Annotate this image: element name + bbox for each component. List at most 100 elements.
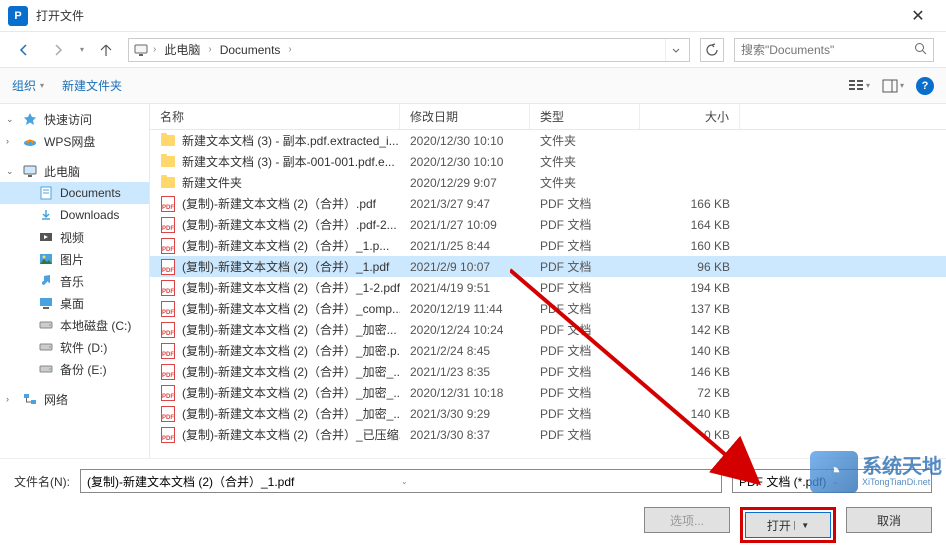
cancel-button[interactable]: 取消 xyxy=(846,507,932,533)
sidebar-label: 图片 xyxy=(60,251,84,268)
file-row[interactable]: PDF(复制)-新建文本文档 (2)（合并）_加密_...2021/1/23 8… xyxy=(150,361,946,382)
sidebar-item-图片[interactable]: 图片 xyxy=(0,248,149,270)
chevron-down-icon[interactable]: ⌄ xyxy=(401,477,715,486)
search-box[interactable] xyxy=(734,38,934,62)
options-button[interactable]: 选项... xyxy=(644,507,730,533)
help-button[interactable]: ? xyxy=(916,77,934,95)
file-type: PDF 文档 xyxy=(530,363,640,380)
breadcrumb-root[interactable]: 此电脑 xyxy=(160,41,204,58)
breadcrumb-dropdown[interactable] xyxy=(665,39,685,61)
filename-input[interactable]: (复制)-新建文本文档 (2)（合并）_1.pdf ⌄ xyxy=(80,469,722,493)
folder-icon xyxy=(160,175,176,191)
col-date[interactable]: 修改日期 xyxy=(400,104,530,129)
file-date: 2020/12/24 10:24 xyxy=(400,323,530,337)
file-name: 新建文件夹 xyxy=(182,174,242,191)
close-button[interactable]: ✕ xyxy=(898,0,938,32)
sidebar-item-本地磁盘 (C:)[interactable]: 本地磁盘 (C:) xyxy=(0,314,149,336)
file-size: 160 KB xyxy=(640,239,740,253)
dl-icon xyxy=(38,207,54,223)
desk-icon xyxy=(38,295,54,311)
file-row[interactable]: PDF(复制)-新建文本文档 (2)（合并）_comp...2020/12/19… xyxy=(150,298,946,319)
pdf-icon: PDF xyxy=(160,364,176,380)
dialog-footer: 文件名(N): (复制)-新建文本文档 (2)（合并）_1.pdf ⌄ PDF … xyxy=(0,458,946,557)
file-row[interactable]: PDF(复制)-新建文本文档 (2)（合并）_已压缩...2021/3/30 8… xyxy=(150,424,946,445)
filetype-select[interactable]: PDF 文档 (*.pdf) ⌄ xyxy=(732,469,932,493)
col-name[interactable]: 名称 xyxy=(150,104,400,129)
chevron-down-icon[interactable]: ⌄ xyxy=(832,477,925,486)
file-row[interactable]: 新建文本文档 (3) - 副本.pdf.extracted_i...2020/1… xyxy=(150,130,946,151)
col-size[interactable]: 大小 xyxy=(640,104,740,129)
sidebar-item-软件 (D:)[interactable]: 软件 (D:) xyxy=(0,336,149,358)
chevron-right-icon[interactable]: › xyxy=(153,44,156,55)
file-row[interactable]: PDF(复制)-新建文本文档 (2)（合并）_加密_...2021/3/30 9… xyxy=(150,403,946,424)
app-icon: P xyxy=(8,6,28,26)
sidebar-item-网络[interactable]: ›网络 xyxy=(0,388,149,410)
pdf-icon: PDF xyxy=(160,427,176,443)
new-folder-button[interactable]: 新建文件夹 xyxy=(62,77,122,94)
file-size: 194 KB xyxy=(640,281,740,295)
up-button[interactable] xyxy=(94,38,118,62)
expand-icon[interactable]: › xyxy=(6,394,9,404)
back-button[interactable] xyxy=(12,38,36,62)
open-button[interactable]: 打开 ▼ xyxy=(745,512,831,538)
sidebar-item-此电脑[interactable]: ⌄此电脑 xyxy=(0,160,149,182)
file-row[interactable]: 新建文件夹2020/12/29 9:07文件夹 xyxy=(150,172,946,193)
open-button-highlight: 打开 ▼ xyxy=(740,507,836,543)
mus-icon xyxy=(38,273,54,289)
file-row[interactable]: PDF(复制)-新建文本文档 (2)（合并）.pdf2021/3/27 9:47… xyxy=(150,193,946,214)
breadcrumb[interactable]: › 此电脑 › Documents › xyxy=(128,38,690,62)
file-row[interactable]: PDF(复制)-新建文本文档 (2)（合并）_1.pdf2021/2/9 10:… xyxy=(150,256,946,277)
forward-button[interactable] xyxy=(46,38,70,62)
expand-icon[interactable]: › xyxy=(6,136,9,146)
refresh-button[interactable] xyxy=(700,38,724,62)
wps-icon xyxy=(22,133,38,149)
file-size: 140 KB xyxy=(640,407,740,421)
file-row[interactable]: PDF(复制)-新建文本文档 (2)（合并）.pdf-2...2021/1/27… xyxy=(150,214,946,235)
file-date: 2020/12/31 10:18 xyxy=(400,386,530,400)
col-type[interactable]: 类型 xyxy=(530,104,640,129)
file-date: 2021/3/30 8:37 xyxy=(400,428,530,442)
history-dropdown[interactable]: ▾ xyxy=(80,45,84,54)
file-name: (复制)-新建文本文档 (2)（合并）_加密_... xyxy=(182,405,400,422)
chevron-right-icon[interactable]: › xyxy=(208,44,211,55)
sidebar-item-桌面[interactable]: 桌面 xyxy=(0,292,149,314)
preview-pane-button[interactable]: ▾ xyxy=(882,79,904,93)
sidebar: ⌄快速访问›WPS网盘 ⌄此电脑Documents Downloads 视频图片音乐桌… xyxy=(0,104,150,458)
sidebar-item-快速访问[interactable]: ⌄快速访问 xyxy=(0,108,149,130)
sidebar-label: 视频 xyxy=(60,229,84,246)
sidebar-item-视频[interactable]: 视频 xyxy=(0,226,149,248)
file-date: 2021/3/27 9:47 xyxy=(400,197,530,211)
expand-icon[interactable]: ⌄ xyxy=(6,166,14,177)
search-input[interactable] xyxy=(741,43,914,57)
file-size: 140 KB xyxy=(640,344,740,358)
file-row[interactable]: PDF(复制)-新建文本文档 (2)（合并）_加密...2020/12/24 1… xyxy=(150,319,946,340)
file-type: PDF 文档 xyxy=(530,426,640,443)
file-row[interactable]: PDF(复制)-新建文本文档 (2)（合并）_加密_...2020/12/31 … xyxy=(150,382,946,403)
pdf-icon: PDF xyxy=(160,259,176,275)
titlebar: P 打开文件 ✕ xyxy=(0,0,946,32)
expand-icon[interactable]: ⌄ xyxy=(6,114,14,125)
file-row[interactable]: PDF(复制)-新建文本文档 (2)（合并）_1.p...2021/1/25 8… xyxy=(150,235,946,256)
navbar: ▾ › 此电脑 › Documents › xyxy=(0,32,946,68)
breadcrumb-folder[interactable]: Documents xyxy=(216,43,285,57)
sidebar-item-Documents[interactable]: Documents xyxy=(0,182,149,204)
sidebar-item-Downloads[interactable]: Downloads xyxy=(0,204,149,226)
sidebar-item-WPS网盘[interactable]: ›WPS网盘 xyxy=(0,130,149,152)
chevron-right-icon[interactable]: › xyxy=(288,44,291,55)
sidebar-label: Downloads xyxy=(60,208,119,222)
pdf-icon: PDF xyxy=(160,301,176,317)
file-row[interactable]: PDF(复制)-新建文本文档 (2)（合并）_1-2.pdf2021/4/19 … xyxy=(150,277,946,298)
file-row[interactable]: 新建文本文档 (3) - 副本-001-001.pdf.e...2020/12/… xyxy=(150,151,946,172)
file-name: (复制)-新建文本文档 (2)（合并）.pdf-2... xyxy=(182,216,397,233)
pdf-icon: PDF xyxy=(160,385,176,401)
pdf-icon: PDF xyxy=(160,238,176,254)
net-icon xyxy=(22,391,38,407)
search-icon[interactable] xyxy=(914,42,927,58)
organize-button[interactable]: 组织▾ xyxy=(12,77,44,94)
sidebar-item-音乐[interactable]: 音乐 xyxy=(0,270,149,292)
window-title: 打开文件 xyxy=(36,7,898,24)
sidebar-item-备份 (E:)[interactable]: 备份 (E:) xyxy=(0,358,149,380)
file-type: PDF 文档 xyxy=(530,237,640,254)
view-mode-button[interactable]: ▾ xyxy=(848,79,870,93)
file-row[interactable]: PDF(复制)-新建文本文档 (2)（合并）_加密.p...2021/2/24 … xyxy=(150,340,946,361)
